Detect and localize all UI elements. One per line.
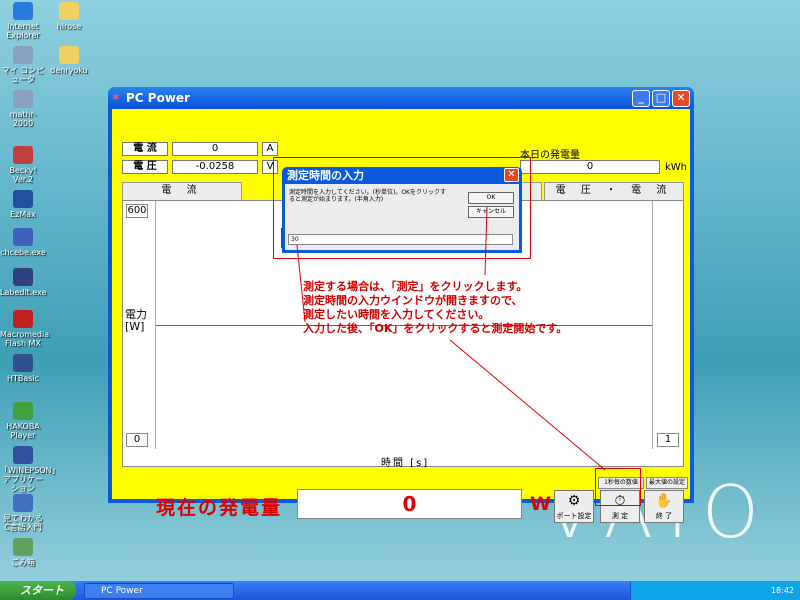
system-tray: 18:42 <box>630 581 800 600</box>
start-button[interactable]: スタート <box>0 581 76 600</box>
clock[interactable]: 18:42 <box>771 586 794 595</box>
taskbar: スタート PC Power 18:42 <box>0 581 800 600</box>
taskbar-item-pc-power[interactable]: PC Power <box>84 582 234 599</box>
instruction-annotation: 測定する場合は、「測定」をクリックします。 測定時間の入力ウインドウが開きますの… <box>303 280 568 335</box>
